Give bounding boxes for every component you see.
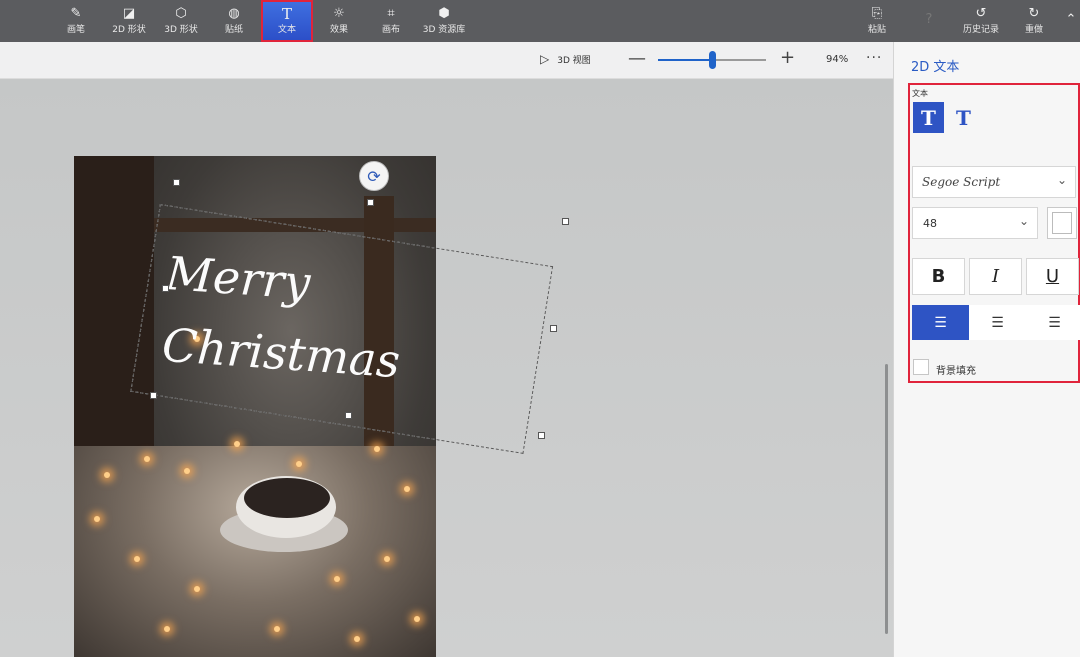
align-center-icon: ☰ [991,314,1004,331]
fairy-light [414,616,420,622]
chevron-up-icon: ⌃ [1065,12,1077,27]
plain-text-mode-button[interactable]: T [913,102,944,133]
canvas-icon: ⌗ [387,5,395,21]
redo-icon: ↻ [1028,5,1040,21]
help-button[interactable]: ? [912,0,946,42]
align-right-button[interactable]: ☰ [1026,305,1080,340]
text-color-button[interactable] [1047,207,1077,239]
fairy-light [296,461,302,467]
align-center-button[interactable]: ☰ [969,305,1026,340]
fairy-light [334,576,340,582]
fairy-light [104,472,110,478]
help-icon: ? [925,11,933,27]
font-size-select[interactable]: 48 ⌄ [912,207,1038,239]
font-size-value: 48 [923,217,937,230]
background-fill-checkbox[interactable] [913,359,929,375]
align-right-icon: ☰ [1048,314,1061,331]
view-toolbar: ▷ 3D 视图 — + 94% ··· [0,42,893,79]
sticker-tool-button[interactable]: ◍ 贴纸 [216,0,252,42]
paste-button[interactable]: ⎘ 粘贴 [860,0,894,42]
photo-coffee [244,478,330,518]
zoom-slider[interactable] [658,51,766,69]
panel-title: 2D 文本 [911,60,960,75]
zoom-in-button[interactable]: + [780,47,795,68]
font-family-select[interactable]: Segoe Script ⌄ [912,166,1076,198]
fairy-light [144,456,150,462]
chevron-down-icon: ⌄ [1018,214,1029,228]
underline-button[interactable]: U [1026,258,1079,295]
italic-button[interactable]: I [969,258,1022,295]
resize-handle-bottom-left[interactable] [150,392,157,399]
shape2d-icon: ◪ [122,5,136,21]
fairy-light [384,556,390,562]
resize-handle-top-right[interactable] [562,218,569,225]
library3d-icon: ⬢ [438,5,450,21]
collapse-ribbon-button[interactable]: ⌃ [1062,0,1080,42]
bold-button[interactable]: B [912,258,965,295]
zoom-slider-thumb[interactable] [709,51,716,69]
font-family-value: Segoe Script [922,175,1001,189]
brush-icon: ✎ [70,5,82,21]
vertical-scrollbar[interactable] [885,364,888,634]
fairy-light [404,486,410,492]
resize-handle-bottom[interactable] [345,412,352,419]
rotate-icon: ⟳ [367,166,381,186]
zoom-slider-fill [658,59,712,61]
3d-text-mode-button[interactable]: T [948,102,979,133]
effects-icon: ☼ [333,5,345,21]
shape3d-icon: ⬡ [175,5,187,21]
text-properties-panel: 2D 文本 文本 T T Segoe Script ⌄ 48 ⌄ B I U ☰… [893,42,1080,657]
fairy-light [274,626,280,632]
text-section-label: 文本 [912,89,928,98]
fairy-light [354,636,360,642]
library3d-tool-button[interactable]: ⬢ 3D 资源库 [420,0,468,42]
redo-button[interactable]: ↻ 重做 [1018,0,1050,42]
resize-handle-bottom-right[interactable] [538,432,545,439]
shape3d-tool-button[interactable]: ⬡ 3D 形状 [160,0,202,42]
history-button[interactable]: ↺ 历史记录 [960,0,1002,42]
fairy-light [374,446,380,452]
fairy-light [184,468,190,474]
view3d-icon: ▷ [540,52,550,66]
paste-icon: ⎘ [871,5,883,21]
history-icon: ↺ [975,5,987,21]
background-fill-label: 背景填充 [936,366,976,377]
sticker-icon: ◍ [228,5,240,21]
text-color-swatch [1052,212,1072,234]
rotate-handle[interactable]: ⟳ [359,161,389,191]
text-t-icon: T [921,105,936,130]
fairy-light [164,626,170,632]
resize-handle-left[interactable] [162,285,169,292]
photo-window-frame [74,156,154,456]
more-options-button[interactable]: ··· [866,50,882,66]
effects-tool-button[interactable]: ☼ 效果 [322,0,356,42]
fairy-light [194,586,200,592]
chevron-down-icon: ⌄ [1056,173,1067,187]
fairy-light [94,516,100,522]
top-toolbar: ✎ 画笔 ◪ 2D 形状 ⬡ 3D 形状 ◍ 贴纸 T 文本 ☼ 效果 ⌗ 画布… [0,0,1080,42]
zoom-value: 94% [826,54,849,65]
resize-handle-top[interactable] [367,199,374,206]
photo-table [74,446,436,657]
align-left-icon: ☰ [934,314,947,331]
text-3d-icon: T [956,105,971,130]
brush-tool-button[interactable]: ✎ 画笔 [58,0,94,42]
resize-handle-right[interactable] [550,325,557,332]
align-left-button[interactable]: ☰ [912,305,969,340]
view3d-toggle[interactable]: ▷ 3D 视图 [540,52,591,66]
fairy-light [134,556,140,562]
text-icon: T [281,4,292,23]
canvas-tool-button[interactable]: ⌗ 画布 [374,0,408,42]
text-tool-button[interactable]: T 文本 [261,0,313,42]
shape2d-tool-button[interactable]: ◪ 2D 形状 [108,0,150,42]
fairy-light [234,441,240,447]
zoom-out-button[interactable]: — [628,48,646,69]
resize-handle-top-left[interactable] [173,179,180,186]
